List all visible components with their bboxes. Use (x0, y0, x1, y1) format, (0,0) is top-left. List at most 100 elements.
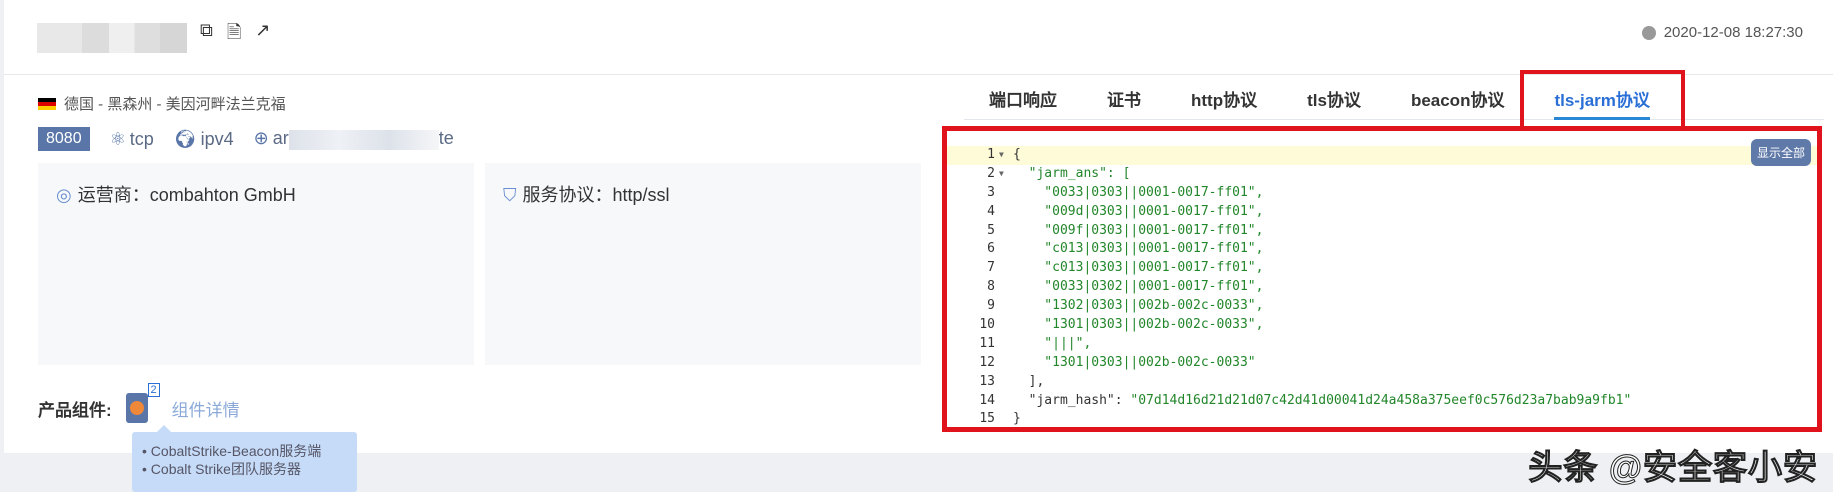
location-text: 德国 - 黑森州 - 美因河畔法兰克福 (64, 96, 286, 113)
line-number: 1 (987, 147, 995, 162)
code-text: "jarm_ans": [ (1013, 165, 1131, 181)
code-line: 7 "c013|0303||0001-0017-ff01", (947, 259, 1817, 278)
code-line: 8 "0033|0302||0001-0017-ff01", (947, 278, 1817, 297)
document-icon[interactable]: 🗎 (227, 20, 241, 50)
tooltip-text: CobaltStrike-Beacon服务端 (150, 443, 322, 459)
protocol-tag: ⚛ tcp (110, 129, 154, 150)
line-number: 14 (979, 392, 995, 408)
host-prefix: ar (272, 128, 289, 149)
tab-bar: 端口响应 证书 http协议 tls协议 beacon协议 tls-jarm协议 (964, 72, 1824, 120)
watermark: 头条 @安全客小安 (1528, 449, 1818, 488)
tooltip-text: Cobalt Strike团队服务器 (150, 461, 301, 477)
code-text: "1302|0303||002b-002c-0033", (1013, 298, 1264, 314)
fold-toggle-icon[interactable]: ▼ (999, 146, 1013, 165)
ip-version-tag: 🌍︎ ipv4 (174, 129, 234, 150)
line-number: 13 (979, 373, 995, 389)
tooltip-item: • CobaltStrike-Beacon服务端 (142, 443, 322, 459)
service-text: 服务协议：http/ssl (522, 185, 670, 205)
hostname-tag: ⊕ ar te (253, 128, 454, 150)
product-label: 产品组件: (38, 400, 112, 420)
code-text: "0033|0302||0001-0017-ff01", (1013, 279, 1264, 295)
code-line: 15} (947, 410, 1817, 429)
redacted-title (37, 23, 187, 53)
code-text: "1301|0303||002b-002c-0033", (1013, 317, 1264, 333)
fold-toggle-icon (999, 392, 1013, 411)
location: 德国 - 黑森州 - 美因河畔法兰克福 (38, 93, 286, 114)
fold-toggle-icon (999, 240, 1013, 259)
protocol-text: tcp (129, 128, 154, 149)
external-link-icon[interactable]: ↗ (255, 20, 270, 50)
code-text: "1301|0303||002b-002c-0033" (1013, 354, 1256, 370)
tooltip-item: • Cobalt Strike团队服务器 (142, 461, 301, 477)
web-icon: ⊕ (253, 128, 269, 149)
code-text: "c013|0303||0001-0017-ff01", (1013, 260, 1264, 276)
code-text: "009d|0303||0001-0017-ff01", (1013, 203, 1264, 219)
line-number: 10 (979, 317, 995, 333)
operator-text: 运营商：combahton GmbH (77, 185, 296, 205)
fold-toggle-icon (999, 410, 1013, 429)
code-text: "|||", (1013, 335, 1092, 351)
fold-toggle-icon (999, 222, 1013, 241)
fold-toggle-icon (999, 354, 1013, 373)
fold-toggle-icon (999, 335, 1013, 354)
line-number: 3 (987, 184, 995, 200)
clock-icon (1641, 25, 1656, 40)
line-number: 2 (987, 165, 995, 181)
germany-flag-icon (38, 97, 56, 110)
component-details-link[interactable]: 组件详情 (172, 396, 240, 421)
header: ⧉ 🗎 ↗ 2020-12-08 18:27:30 (4, 0, 1833, 75)
product-components: 产品组件: 2 组件详情 (38, 383, 240, 423)
fold-toggle-icon (999, 297, 1013, 316)
code-line: 11 "|||", (947, 335, 1817, 354)
code-text: { (1013, 147, 1021, 162)
code-text: } (1013, 411, 1021, 427)
code-lines: 1 ▼{2 ▼ "jarm_ans": [3 "0033|0303||0001-00… (947, 146, 1817, 429)
fold-toggle-icon (999, 316, 1013, 335)
line-number: 4 (987, 203, 995, 219)
fold-toggle-icon (999, 259, 1013, 278)
code-text: "0033|0303||0001-0017-ff01", (1013, 184, 1264, 200)
fold-toggle-icon (999, 278, 1013, 297)
line-number: 15 (979, 411, 995, 427)
fold-toggle-icon (999, 373, 1013, 392)
fold-toggle-icon[interactable]: ▼ (999, 165, 1013, 184)
cobaltstrike-component-icon[interactable]: 2 (125, 383, 160, 423)
highlight-box-tab (1520, 70, 1685, 127)
component-count: 2 (147, 383, 160, 397)
code-text: "jarm_hash": "07d14d16d21d21d07c42d41d00… (1013, 392, 1632, 408)
tab-beacon[interactable]: beacon协议 (1386, 72, 1530, 120)
redacted-host (288, 129, 439, 150)
component-tooltip: • CobaltStrike-Beacon服务端 • Cobalt Strike… (132, 425, 357, 492)
service-card: ⛉ 服务协议：http/ssl (485, 163, 921, 365)
code-line: 3 "0033|0303||0001-0017-ff01", (947, 184, 1817, 203)
atom-icon: ⚛ (109, 128, 126, 149)
copy-icon[interactable]: ⧉ (200, 20, 213, 50)
globe-icon: 🌍︎ (173, 128, 197, 149)
code-line: 14 "jarm_hash": "07d14d16d21d21d07c42d41… (947, 392, 1817, 411)
port-badge[interactable]: 8080 (38, 127, 90, 151)
timestamp-text: 2020-12-08 18:27:30 (1663, 24, 1803, 41)
tab-certificate[interactable]: 证书 (1082, 72, 1166, 120)
line-number: 9 (987, 298, 995, 314)
bookmark-icon: ⛉ (503, 185, 517, 205)
fold-toggle-icon (999, 203, 1013, 222)
operator-card: ◎ 运营商：combahton GmbH (38, 163, 474, 365)
operator-icon: ◎ (56, 185, 72, 205)
tab-tls[interactable]: tls协议 (1282, 72, 1386, 120)
code-line: 1 ▼{ (947, 146, 1817, 165)
host-suffix: te (438, 128, 454, 149)
json-viewer[interactable]: 显示全部 1 ▼{2 ▼ "jarm_ans": [3 "0033|0303||00… (942, 126, 1822, 432)
code-text: "c013|0303||0001-0017-ff01", (1013, 241, 1264, 257)
tab-http[interactable]: http协议 (1166, 72, 1282, 120)
code-line: 12 "1301|0303||002b-002c-0033" (947, 354, 1817, 373)
timestamp: 2020-12-08 18:27:30 (1641, 24, 1803, 41)
line-number: 11 (979, 335, 995, 351)
code-text: "009f|0303||0001-0017-ff01", (1013, 222, 1264, 238)
tab-port-response[interactable]: 端口响应 (964, 72, 1082, 120)
code-line: 5 "009f|0303||0001-0017-ff01", (947, 222, 1817, 241)
code-line: 2 ▼ "jarm_ans": [ (947, 165, 1817, 184)
show-all-button[interactable]: 显示全部 (1750, 139, 1811, 166)
ip-version-text: ipv4 (200, 128, 234, 149)
code-line: 13 ], (947, 373, 1817, 392)
code-line: 6 "c013|0303||0001-0017-ff01", (947, 240, 1817, 259)
